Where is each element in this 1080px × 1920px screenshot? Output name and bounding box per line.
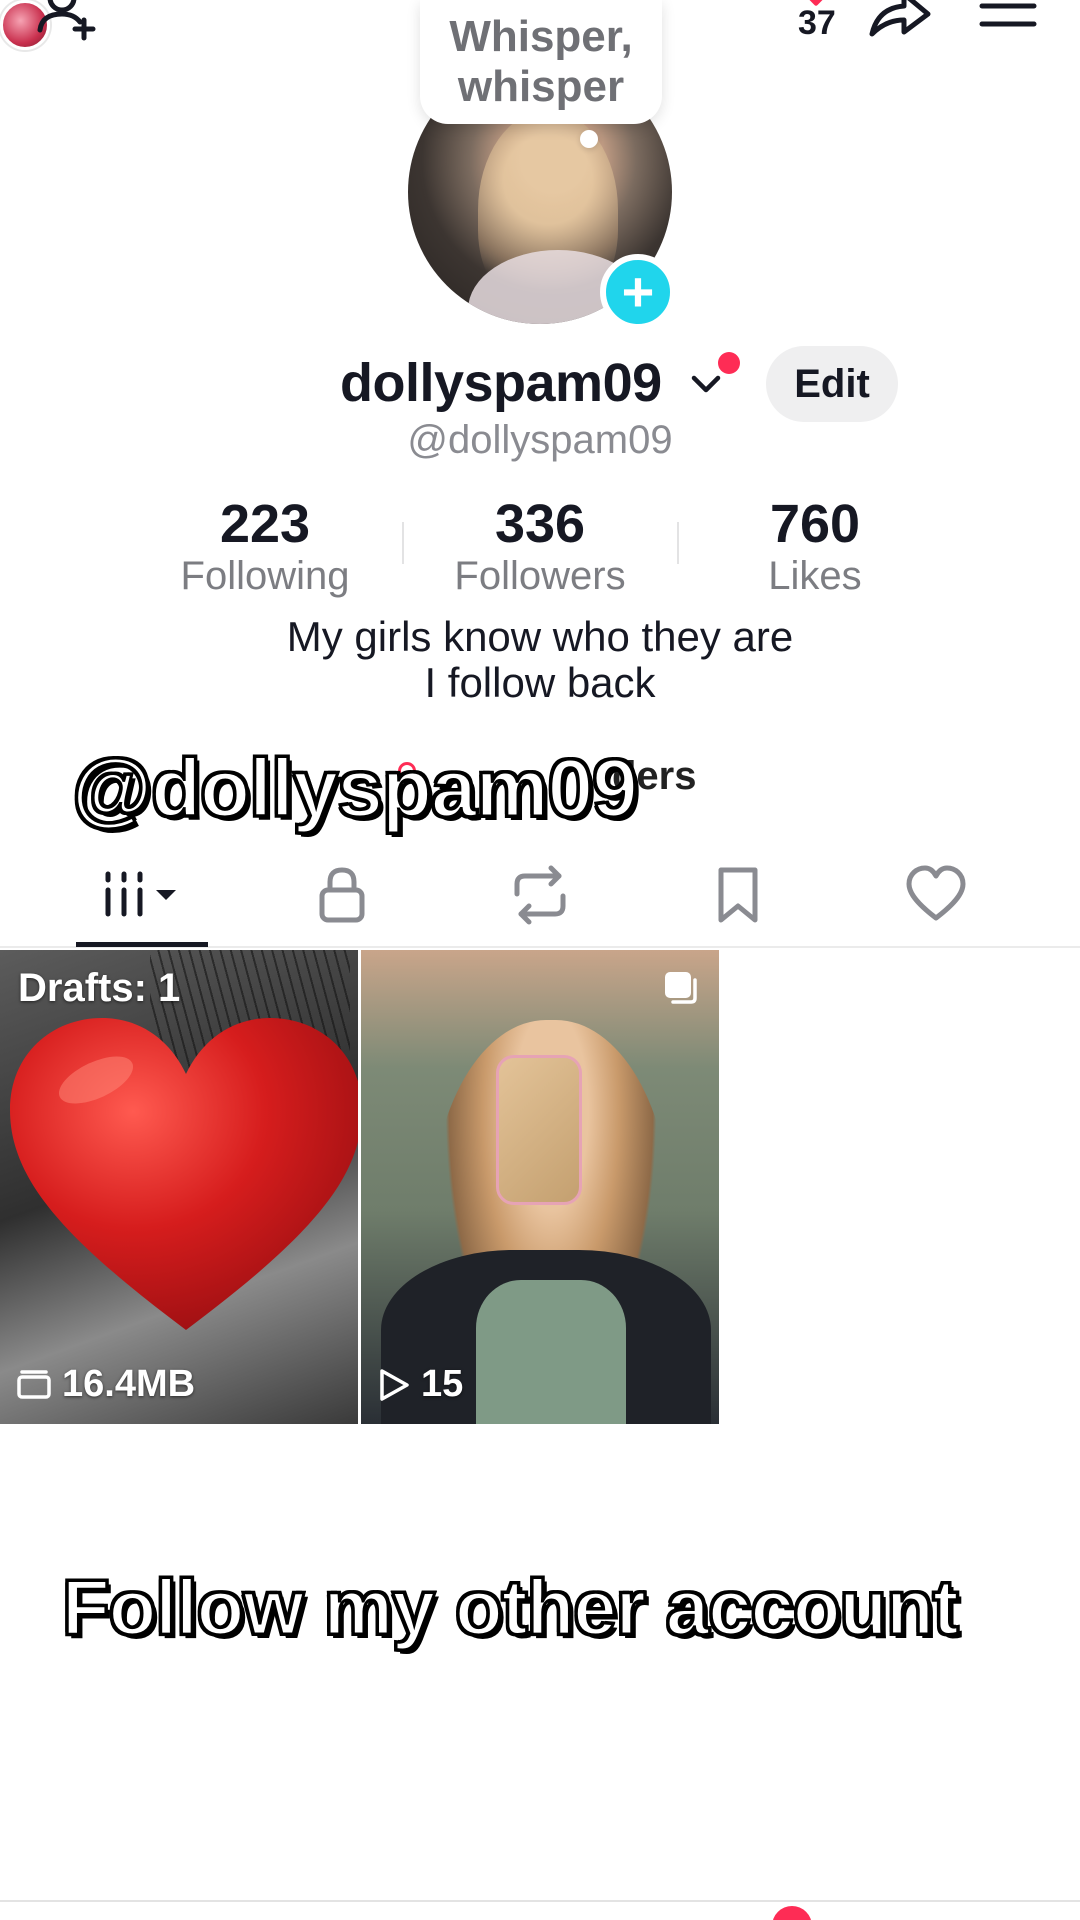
- note-bubble[interactable]: Whisper, whisper: [420, 0, 662, 124]
- stat-label: Following: [180, 554, 350, 598]
- profile-username: dollyspam09: [340, 353, 662, 413]
- tile-meta-text: 15: [421, 1363, 464, 1405]
- grid-tile-video[interactable]: 15: [361, 950, 719, 1424]
- tile-meta: 15: [377, 1363, 463, 1406]
- repost-icon[interactable]: [495, 864, 585, 926]
- bookmark-icon[interactable]: [693, 864, 783, 926]
- chevron-down-icon[interactable]: [688, 366, 724, 402]
- multi-photo-icon: [665, 972, 697, 1004]
- note-text-line1: Whisper,: [449, 12, 633, 61]
- stat-label: Likes: [768, 554, 862, 598]
- edit-profile-button[interactable]: Edit: [766, 346, 898, 422]
- notification-dot: [718, 352, 740, 374]
- tile-photo-detail: [496, 1055, 582, 1205]
- bottom-nav-divider: [0, 1900, 1080, 1902]
- stat-followers[interactable]: 336 Followers: [420, 494, 660, 598]
- stat-likes[interactable]: 760 Likes: [695, 494, 935, 598]
- profile-bio: My girls know who they are I follow back: [0, 614, 1080, 706]
- bottom-nav-badge: [772, 1906, 812, 1920]
- lock-icon[interactable]: [297, 864, 387, 926]
- bubble-tail: [580, 130, 598, 148]
- heart-outline-icon[interactable]: [891, 864, 981, 926]
- tab-videos[interactable]: [96, 864, 186, 926]
- note-text-line2: whisper: [457, 62, 625, 111]
- stat-value: 336: [494, 494, 586, 554]
- overlay-caption-handle: @dollyspam09: [71, 742, 640, 836]
- bio-line: My girls know who they are: [286, 613, 794, 660]
- tile-meta: 16.4MB: [16, 1363, 195, 1406]
- profile-tabs: [0, 850, 1080, 948]
- bio-line: I follow back: [424, 659, 656, 706]
- tile-meta-text: 16.4MB: [62, 1363, 196, 1405]
- share-icon[interactable]: [864, 0, 934, 50]
- overlay-caption-follow: Follow my other account: [61, 1562, 961, 1653]
- story-count: 37: [798, 4, 836, 42]
- grid-tile-drafts[interactable]: Drafts: 1 16.4MB: [0, 950, 358, 1424]
- active-tab-indicator: [76, 942, 208, 947]
- stat-divider: [677, 522, 679, 564]
- stat-following[interactable]: 223 Following: [145, 494, 385, 598]
- add-friend-icon[interactable]: [34, 0, 106, 50]
- red-heart-icon: [10, 1018, 358, 1330]
- play-icon: [380, 1368, 409, 1401]
- drafts-folder-icon: [17, 1369, 51, 1399]
- drafts-label: Drafts: 1: [18, 966, 181, 1010]
- stat-label: Followers: [454, 554, 626, 598]
- menu-icon[interactable]: [978, 0, 1038, 44]
- profile-handle: @dollyspam09: [407, 418, 673, 462]
- add-story-plus-icon[interactable]: +: [600, 254, 676, 330]
- stat-value: 760: [769, 494, 861, 554]
- stat-value: 223: [219, 494, 311, 554]
- stat-divider: [402, 522, 404, 564]
- tile-photo-detail: [476, 1280, 626, 1424]
